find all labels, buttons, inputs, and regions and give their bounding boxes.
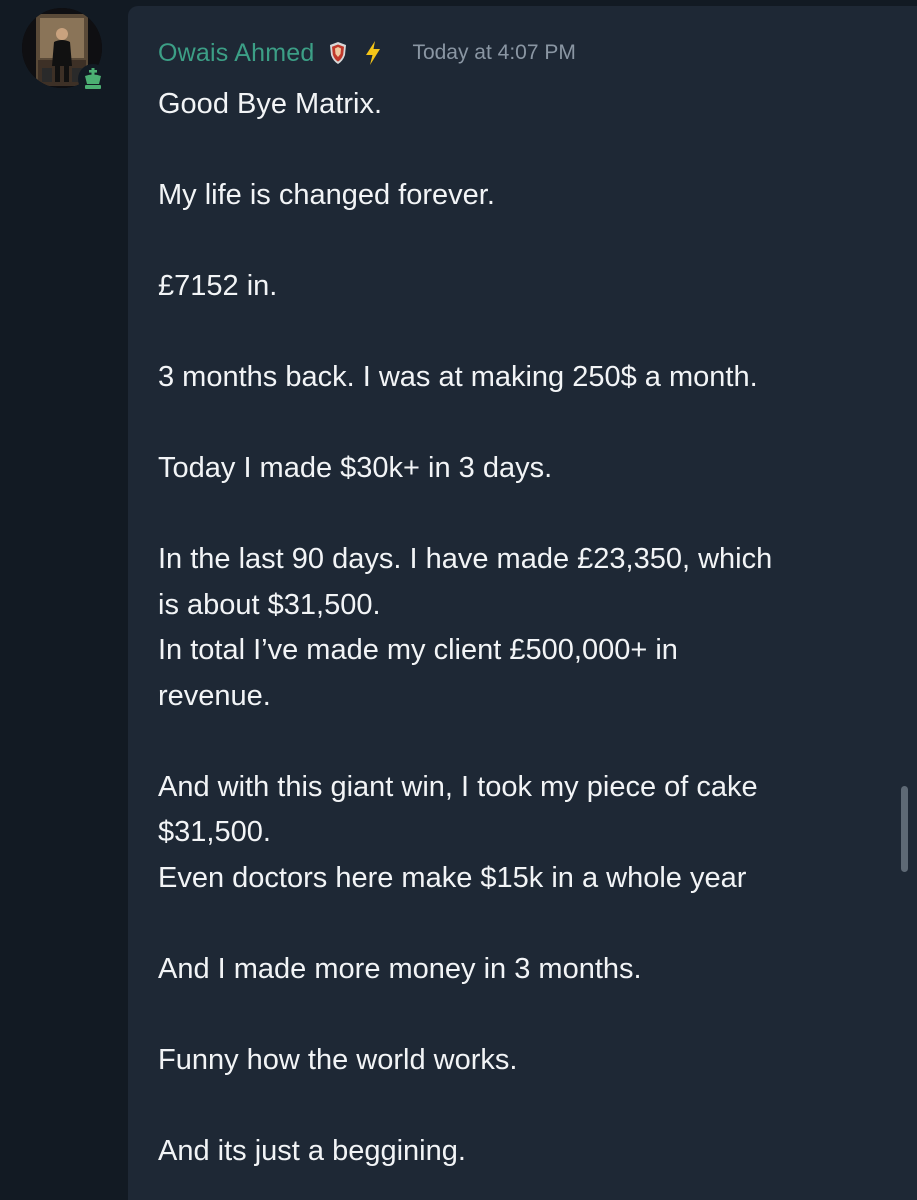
message-line: Funny how the world works. bbox=[158, 1043, 518, 1076]
scrollbar-thumb[interactable] bbox=[901, 786, 908, 872]
lightning-bolt-icon bbox=[364, 40, 382, 66]
message-line: In total I’ve made my client £500,000+ i… bbox=[158, 634, 678, 666]
message-line: My life is changed forever. bbox=[158, 179, 495, 211]
message-line: is about $31,500. bbox=[158, 588, 381, 621]
message-paragraph: Good Bye Matrix. bbox=[158, 82, 898, 128]
message-line: And its just a beggining. bbox=[158, 1134, 466, 1167]
message-line: In the last 90 days. I have made £23,350… bbox=[158, 543, 773, 575]
message-paragraph: And its just a beggining. bbox=[158, 1129, 898, 1175]
chat-view: Owais Ahmed Today at 4:07 PM Good Bye Ma… bbox=[0, 0, 917, 1200]
message-paragraph: In the last 90 days. I have made £23,350… bbox=[158, 537, 898, 719]
message-card: Owais Ahmed Today at 4:07 PM Good Bye Ma… bbox=[128, 6, 917, 1200]
message-line: Good Bye Matrix. bbox=[158, 88, 383, 120]
message-header: Owais Ahmed Today at 4:07 PM bbox=[158, 36, 576, 70]
message-line: revenue. bbox=[158, 679, 271, 712]
message-line: And with this giant win, I took my piece… bbox=[158, 770, 758, 803]
message-paragraph: Funny how the world works. bbox=[158, 1038, 898, 1084]
message-paragraph: And with this giant win, I took my piece… bbox=[158, 765, 898, 902]
message-paragraph: £7152 in. bbox=[158, 264, 898, 310]
message-timestamp: Today at 4:07 PM bbox=[412, 41, 576, 64]
message-paragraph: Today I made $30k+ in 3 days. bbox=[158, 446, 898, 492]
message-line: £7152 in. bbox=[158, 270, 278, 302]
avatar-container[interactable] bbox=[22, 8, 108, 94]
message-line: Today I made $30k+ in 3 days. bbox=[158, 452, 553, 484]
shield-badge-icon bbox=[328, 41, 348, 65]
message-paragraph: My life is changed forever. bbox=[158, 173, 898, 219]
message-line: $31,500. bbox=[158, 816, 271, 848]
message-paragraph: And I made more money in 3 months. bbox=[158, 947, 898, 993]
message-paragraph: 3 months back. I was at making 250$ a mo… bbox=[158, 355, 898, 401]
message-body: Good Bye Matrix. My life is changed fore… bbox=[158, 82, 898, 1174]
chess-king-icon bbox=[78, 64, 108, 94]
message-line: 3 months back. I was at making 250$ a mo… bbox=[158, 361, 758, 393]
message-line: And I made more money in 3 months. bbox=[158, 952, 642, 985]
message-line: Even doctors here make $15k in a whole y… bbox=[158, 861, 747, 894]
author-name[interactable]: Owais Ahmed bbox=[158, 39, 314, 68]
